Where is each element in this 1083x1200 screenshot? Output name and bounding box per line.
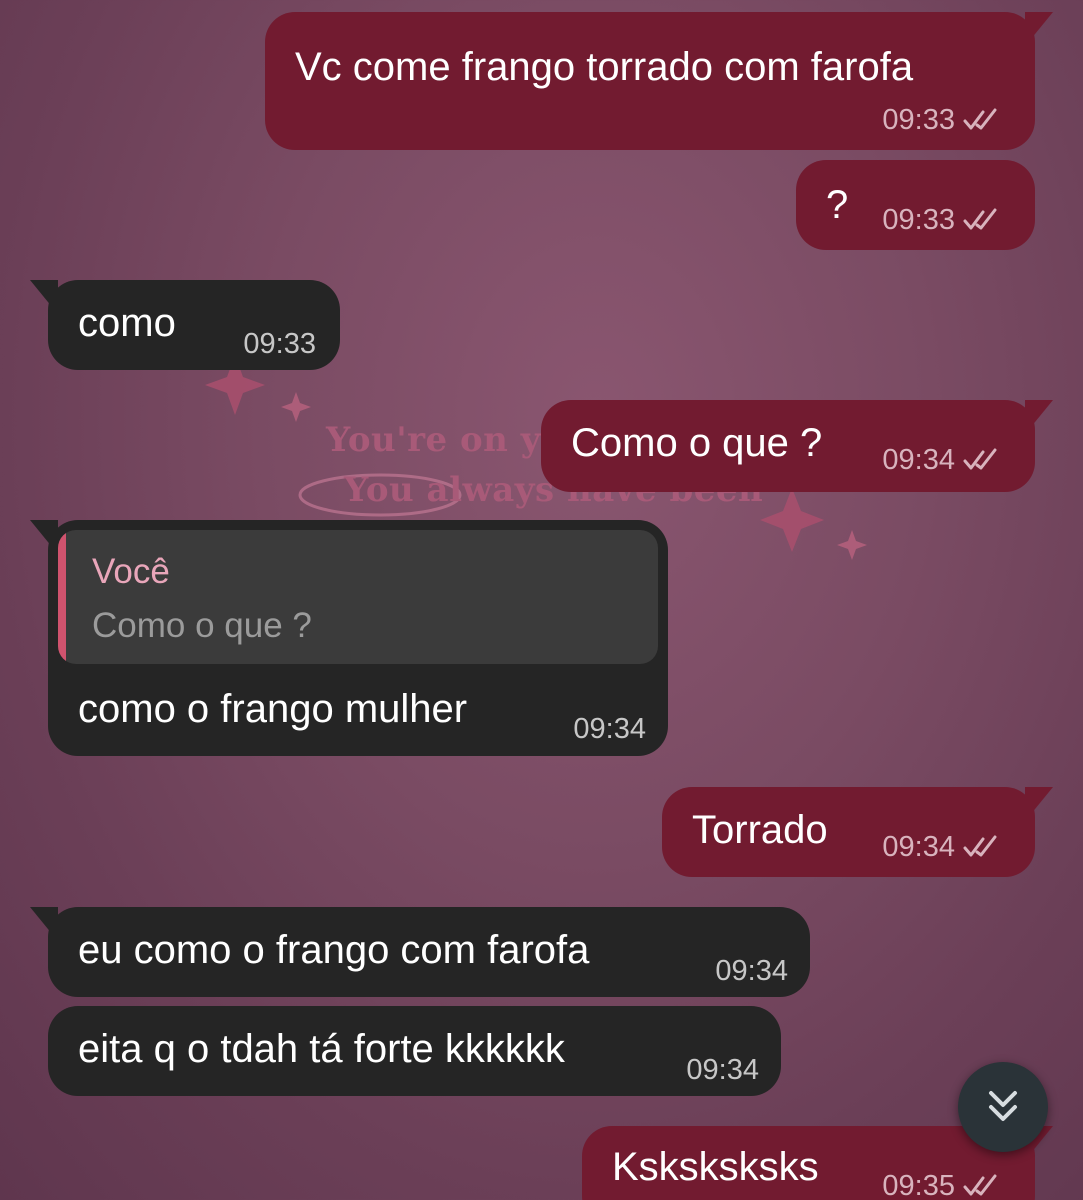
message-bubble-outgoing[interactable]: Torrado 09:34 — [662, 787, 1053, 877]
message-bubble-outgoing[interactable]: Ksksksksks 09:35 — [582, 1126, 1053, 1200]
bubble-tail — [1025, 12, 1053, 36]
reply-accent-bar — [58, 530, 66, 664]
message-time: 09:33 — [243, 328, 316, 360]
message-time: 09:34 — [882, 831, 955, 863]
double-check-read-icon — [963, 835, 997, 857]
message-text: eu como o frango com farofa — [78, 928, 590, 972]
bubble-tail — [30, 907, 58, 931]
message-text: Vc come frango torrado com farofa — [295, 45, 914, 89]
message-bubble-outgoing[interactable]: Como o que ? 09:34 — [541, 400, 1053, 492]
message-time: 09:33 — [882, 204, 955, 236]
message-meta: 09:33 — [882, 204, 1007, 236]
message-meta: 09:34 — [686, 1054, 759, 1086]
scroll-to-bottom-button[interactable] — [958, 1062, 1048, 1152]
message-time: 09:34 — [715, 955, 788, 987]
sparkle-star-icon — [760, 488, 824, 552]
double-chevron-down-icon — [989, 1091, 1017, 1121]
message-text: como — [78, 301, 176, 345]
double-check-read-icon — [963, 1174, 997, 1196]
sparkle-star-icon — [281, 392, 311, 422]
message-text: ? — [826, 183, 849, 227]
message-bubble-incoming[interactable]: eita q o tdah tá forte kkkkkk 09:34 — [48, 1006, 781, 1096]
wallpaper-text-line1: You're on yo — [326, 420, 565, 460]
message-text: eita q o tdah tá forte kkkkkk — [78, 1027, 565, 1071]
bubble-tail — [1025, 787, 1053, 811]
message-text: Ksksksksks — [612, 1145, 819, 1189]
message-bubble-outgoing[interactable]: ? 09:33 — [796, 160, 1035, 250]
message-bubble-incoming[interactable]: eu como o frango com farofa 09:34 — [30, 907, 810, 997]
message-time: 09:33 — [882, 104, 955, 136]
message-meta: 09:34 — [882, 444, 1007, 476]
sparkle-star-icon — [837, 530, 867, 560]
bubble-tail — [1025, 400, 1053, 424]
message-time: 09:34 — [882, 444, 955, 476]
message-text: como o frango mulher — [78, 687, 468, 731]
message-meta: 09:34 — [573, 713, 646, 745]
reply-text: Como o que ? — [92, 606, 312, 645]
message-bubble-incoming[interactable]: Você Como o que ? como o frango mulher 0… — [30, 520, 668, 756]
message-bubble-incoming[interactable]: como 09:33 — [30, 280, 340, 370]
message-bubble-outgoing[interactable]: Vc come frango torrado com farofa 09:33 — [265, 12, 1053, 150]
message-meta: 09:33 — [882, 104, 1007, 136]
double-check-read-icon — [963, 208, 997, 230]
bubble-tail — [30, 280, 58, 304]
message-meta: 09:35 — [882, 1170, 1007, 1200]
message-meta: 09:34 — [882, 831, 1007, 863]
message-time: 09:34 — [573, 713, 646, 745]
message-time: 09:35 — [882, 1170, 955, 1200]
reply-quote[interactable]: Você Como o que ? — [58, 530, 658, 664]
bubble-tail — [30, 520, 58, 544]
message-meta: 09:33 — [243, 328, 316, 360]
message-text: Torrado — [692, 808, 828, 852]
reply-author: Você — [92, 552, 170, 591]
message-text: Como o que ? — [571, 421, 823, 465]
message-time: 09:34 — [686, 1054, 759, 1086]
double-check-read-icon — [963, 448, 997, 470]
double-check-read-icon — [963, 108, 997, 130]
message-meta: 09:34 — [715, 955, 788, 987]
